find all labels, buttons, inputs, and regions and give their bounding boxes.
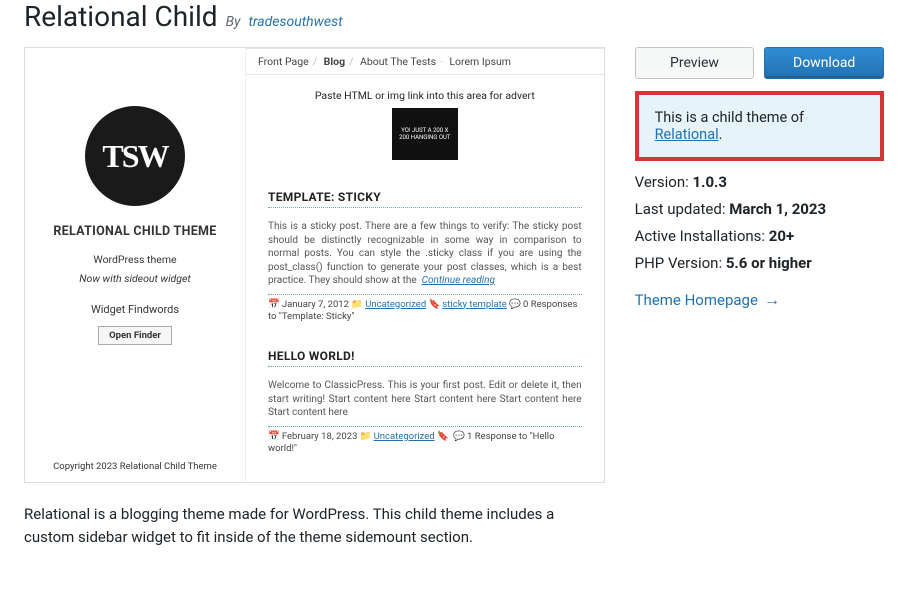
title-text: Relational Child — [24, 0, 218, 33]
by-label: By — [226, 14, 241, 30]
screenshot-post-sticky: TEMPLATE: STICKY This is a sticky post. … — [246, 182, 604, 341]
screenshot-post-hello: HELLO WORLD! Welcome to ClassicPress. Th… — [246, 341, 604, 473]
arrow-right-icon: → — [764, 290, 780, 310]
installs-line: Active Installations: 20+ — [635, 227, 884, 245]
screenshot-nav: Front Page/ Blog/ About The Tests· Lorem… — [246, 48, 604, 75]
screenshot-sidebar: TSW RELATIONAL CHILD THEME WordPress the… — [25, 48, 245, 482]
screenshot-ad-box: YO! JUST A 200 X 200 HANGING OUT — [392, 108, 458, 160]
screenshot-theme-title: RELATIONAL CHILD THEME — [35, 224, 235, 239]
screenshot-tagline: Now with sideout widget — [35, 272, 235, 285]
theme-homepage-link[interactable]: Theme Homepage→ — [635, 290, 780, 310]
php-line: PHP Version: 5.6 or higher — [635, 254, 884, 272]
screenshot-logo: TSW — [85, 106, 185, 206]
version-line: Version: 1.0.3 — [635, 173, 884, 191]
screenshot-widget-title: Widget Findwords — [35, 303, 235, 316]
updated-line: Last updated: March 1, 2023 — [635, 200, 884, 218]
download-button[interactable]: Download — [764, 47, 884, 79]
screenshot-footer: Copyright 2023 Relational Child Theme — [25, 461, 245, 472]
screenshot-main: Front Page/ Blog/ About The Tests· Lorem… — [245, 48, 604, 482]
author-link[interactable]: tradesouthwest — [248, 14, 342, 30]
screenshot-subtitle: WordPress theme — [35, 253, 235, 266]
child-theme-notice: This is a child theme of Relational. — [635, 91, 884, 161]
theme-screenshot[interactable]: TSW RELATIONAL CHILD THEME WordPress the… — [24, 47, 605, 483]
screenshot-post-scheduled: SCHEDULED — [246, 473, 604, 483]
parent-theme-link[interactable]: Relational — [655, 126, 719, 143]
screenshot-open-finder-button: Open Finder — [98, 326, 172, 345]
theme-description: Relational is a blogging theme made for … — [24, 503, 604, 548]
theme-title: Relational Child By tradesouthwest — [24, 0, 884, 33]
screenshot-ad-area: Paste HTML or img link into this area fo… — [246, 75, 604, 182]
preview-button[interactable]: Preview — [635, 47, 755, 79]
theme-meta-panel: Preview Download This is a child theme o… — [635, 47, 884, 310]
